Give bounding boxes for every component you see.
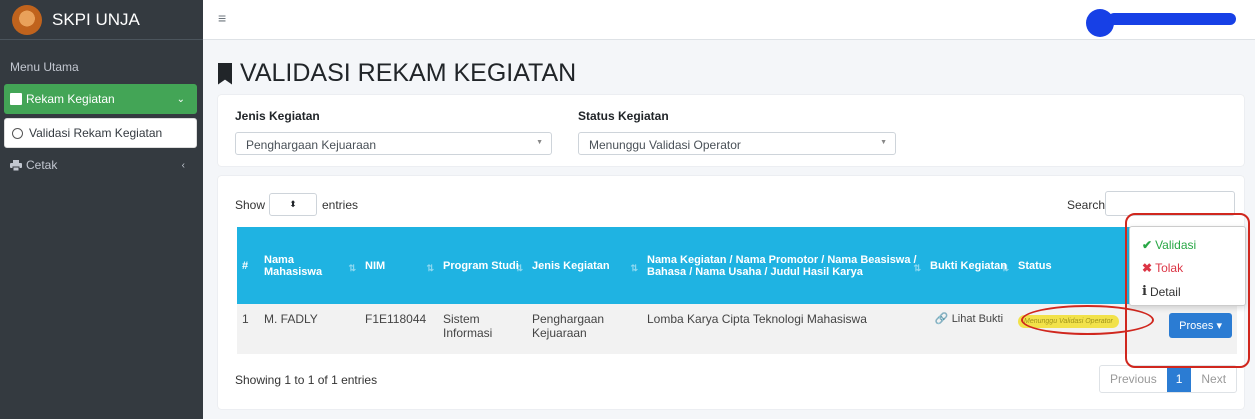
status-kegiatan-value: Menunggu Validasi Operator (589, 138, 741, 152)
brand-name: SKPI UNJA (52, 9, 140, 29)
show-label: Show (235, 198, 266, 212)
search-label: Search: (1067, 198, 1109, 212)
sidebar-item-label: Validasi Rekam Kegiatan (29, 126, 163, 140)
cell-bukti-kegiatan[interactable]: 🔗 Lihat Bukti (925, 304, 1013, 354)
redacted-user-name[interactable] (1108, 13, 1236, 25)
column-header-nama-mahasiswa[interactable]: Nama Mahasiswa ⇅ (259, 227, 360, 304)
jenis-kegiatan-value: Penghargaan Kejuaraan (246, 138, 377, 152)
cell-number: 1 (237, 304, 259, 354)
menu-header: Menu Utama (10, 60, 79, 74)
cell-nim: F1E118044 (360, 304, 438, 354)
jenis-kegiatan-select[interactable]: Penghargaan Kejuaraan ▼ (235, 132, 552, 155)
page-title-text: VALIDASI REKAM KEGIATAN (240, 59, 577, 87)
print-icon (10, 159, 22, 171)
column-header-jenis-kegiatan[interactable]: Jenis Kegiatan ⇅ (527, 227, 642, 304)
sidebar-item-cetak[interactable]: Cetak ‹ (4, 150, 197, 180)
sidebar-item-label: Cetak (26, 158, 58, 172)
filter-card: Jenis Kegiatan Penghargaan Kejuaraan ▼ S… (218, 95, 1244, 166)
cell-nama-mahasiswa: M. FADLY (259, 304, 360, 354)
chevron-down-icon: ▼ (880, 139, 887, 146)
top-navbar: ≡ (203, 0, 1255, 40)
page-title: VALIDASI REKAM KEGIATAN (218, 59, 576, 88)
page-1-button[interactable]: 1 (1166, 366, 1192, 392)
chevron-left-icon: ‹ (181, 159, 185, 171)
cell-jenis-kegiatan: Penghargaan Kejuaraan (527, 304, 642, 354)
paperclip-icon: 🔗 (934, 313, 949, 325)
lihat-bukti-link[interactable]: Lihat Bukti (952, 313, 1003, 325)
previous-page-button[interactable]: Previous (1100, 366, 1167, 392)
sidebar-item-rekam-kegiatan[interactable]: Rekam Kegiatan ⌄ (4, 84, 197, 114)
column-header-number[interactable]: # (237, 227, 259, 304)
circle-icon (12, 127, 23, 139)
entries-per-page-select[interactable]: ⬍ (269, 193, 317, 216)
status-kegiatan-select[interactable]: Menunggu Validasi Operator ▼ (578, 132, 896, 155)
sidebar-item-label: Rekam Kegiatan (26, 92, 115, 106)
table-header-row: # Nama Mahasiswa ⇅ NIM ⇅ Program Studi ⇅ Je… (237, 227, 1237, 304)
status-kegiatan-label: Status Kegiatan (578, 109, 669, 123)
chevron-down-icon: ▼ (536, 139, 543, 146)
entries-label: entries (322, 198, 359, 212)
pagination: Previous 1 Next (1099, 365, 1238, 393)
cell-nama-kegiatan: Lomba Karya Cipta Teknologi Mahasiswa (642, 304, 925, 354)
brand[interactable]: SKPI UNJA (0, 0, 203, 40)
table-info: Showing 1 to 1 of 1 entries (235, 373, 378, 387)
column-header-bukti-kegiatan[interactable]: Bukti Kegiatan ⇅ (925, 227, 1013, 304)
column-header-nama-kegiatan[interactable]: Nama Kegiatan / Nama Promotor / Nama Bea… (642, 227, 925, 304)
university-logo-icon (12, 4, 42, 35)
column-header-nim[interactable]: NIM ⇅ (360, 227, 438, 304)
column-header-status[interactable]: Status (1013, 227, 1131, 304)
sidebar: SKPI UNJA Menu Utama Rekam Kegiatan ⌄ Va… (0, 0, 203, 419)
hamburger-menu-icon[interactable]: ≡ (218, 10, 226, 26)
chevron-down-icon: ⌄ (176, 93, 185, 105)
bookmark-icon (218, 62, 232, 85)
table-card: Show ⬍ entries Search: # Nama Mahasiswa ⇅… (218, 176, 1244, 409)
cell-program-studi: Sistem Informasi (438, 304, 527, 354)
column-header-program-studi[interactable]: Program Studi ⇅ (438, 227, 527, 304)
book-icon (10, 93, 22, 105)
sidebar-item-validasi-rekam-kegiatan[interactable]: Validasi Rekam Kegiatan (4, 118, 197, 148)
next-page-button[interactable]: Next (1191, 366, 1236, 392)
jenis-kegiatan-label: Jenis Kegiatan (235, 109, 320, 123)
annotation-rectangle (1125, 213, 1250, 368)
